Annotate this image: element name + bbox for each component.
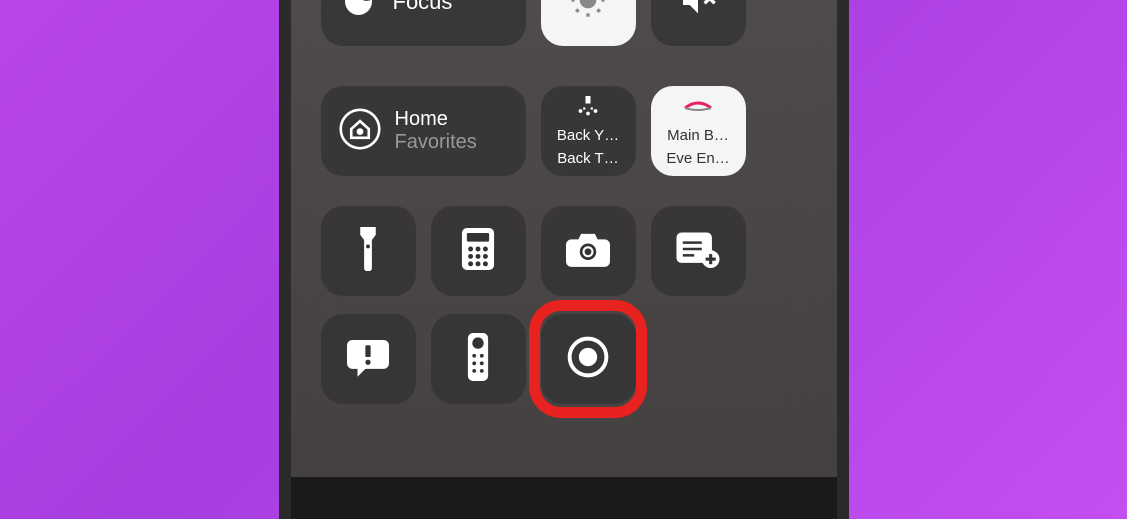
light-strip-icon [683,96,713,121]
scene-line-2: Eve En… [659,150,738,167]
home-title: Home [395,108,477,131]
flashlight-button[interactable] [321,206,416,296]
speaker-muted-icon [678,0,718,25]
control-center-screen: Focus [291,0,837,477]
focus-button[interactable]: Focus [321,0,526,46]
quick-note-button[interactable] [651,206,746,296]
highlight-annotation [529,300,647,418]
sun-icon [568,0,608,25]
home-subtitle: Favorites [395,131,477,154]
sprinkler-icon [573,96,603,121]
row-4 [321,314,807,404]
calculator-icon [461,228,495,275]
scene-back-button[interactable]: Back Y… Back T… [541,86,636,176]
scene-line-1: Back Y… [549,127,628,144]
camera-icon [566,231,610,272]
row-2: Home Favorites Back Y… Back T… Main B… [321,86,807,176]
phone-frame: Focus [279,0,849,519]
flashlight-icon [354,227,382,276]
camera-button[interactable] [541,206,636,296]
scene-main-button[interactable]: Main B… Eve En… [651,86,746,176]
home-button[interactable]: Home Favorites [321,86,526,176]
scene-line-1: Main B… [659,127,738,144]
brightness-button[interactable] [541,0,636,46]
mute-button[interactable] [651,0,746,46]
note-plus-icon [676,230,720,273]
remote-button[interactable] [431,314,526,404]
moon-icon [339,0,379,22]
row-3 [321,206,807,296]
focus-label: Focus [393,0,453,15]
calculator-button[interactable] [431,206,526,296]
tv-remote-icon [467,333,489,386]
row-1: Focus [321,0,807,46]
feedback-icon [347,337,389,382]
scene-line-2: Back T… [549,150,628,167]
home-icon [339,108,381,155]
feedback-button[interactable] [321,314,416,404]
